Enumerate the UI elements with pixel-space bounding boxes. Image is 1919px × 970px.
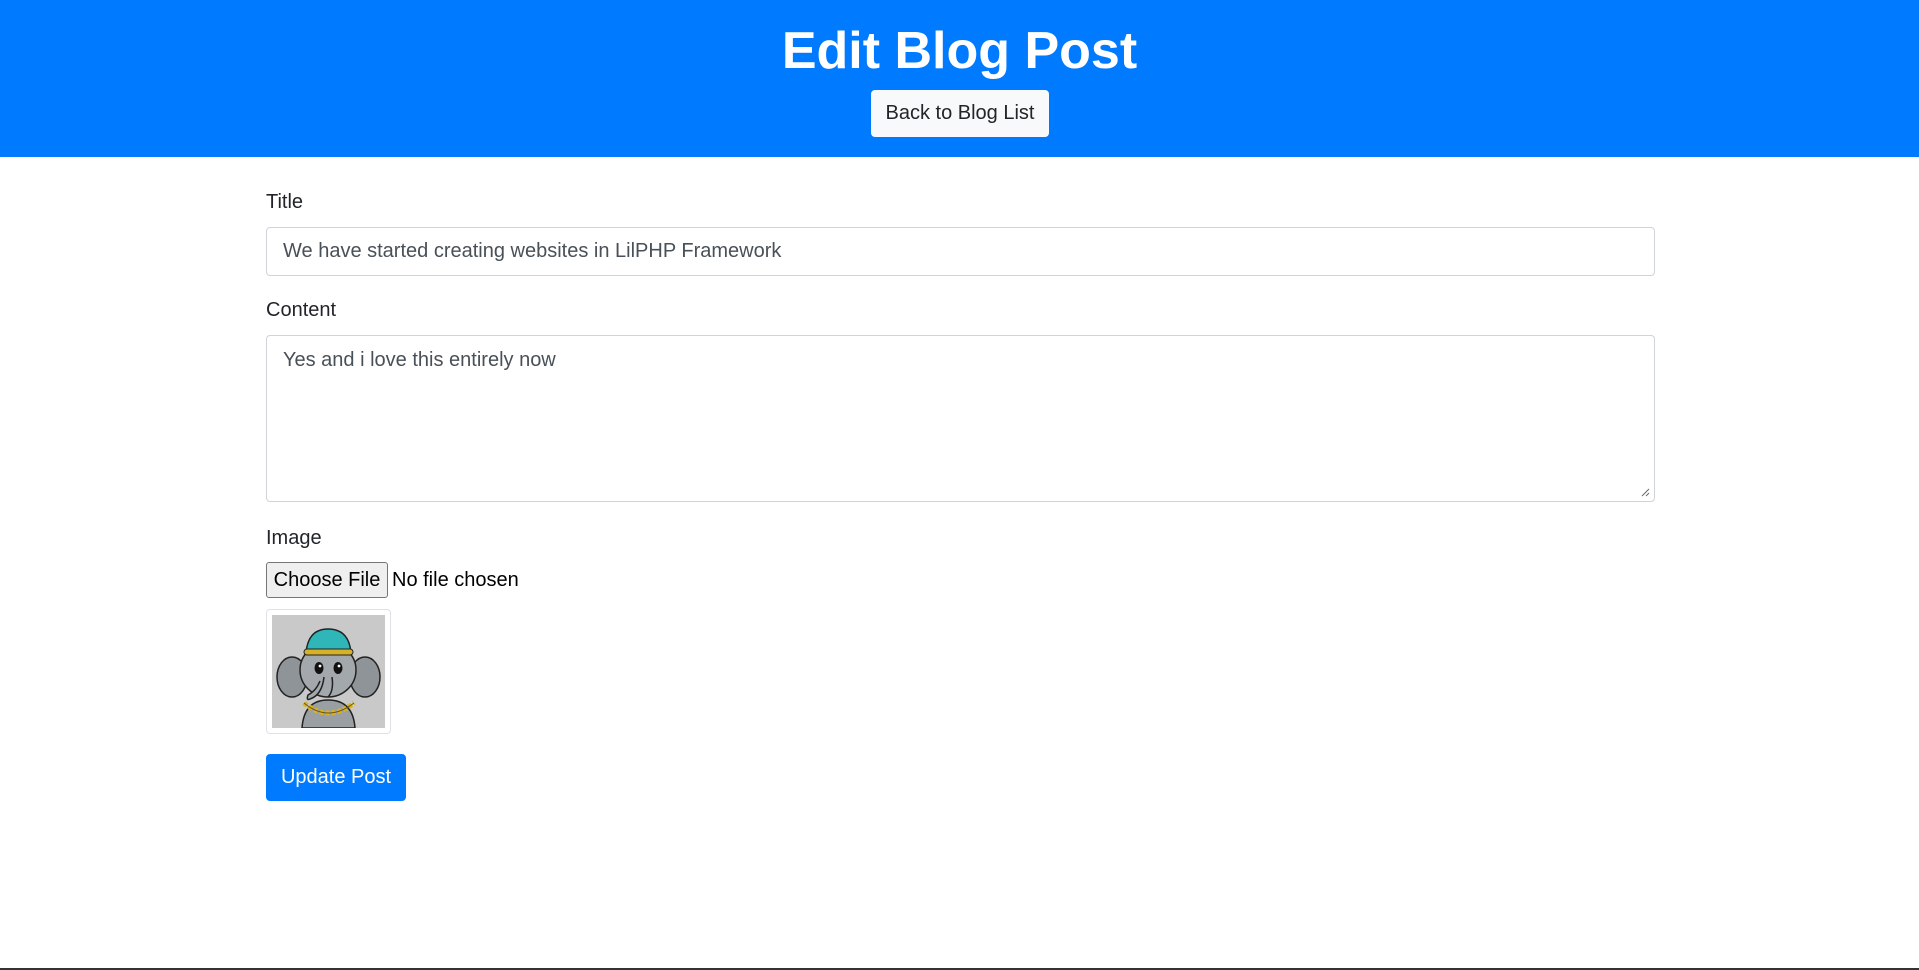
file-status-text: No file chosen <box>392 569 519 591</box>
content-textarea[interactable]: Yes and i love this entirely now <box>266 335 1655 502</box>
page: Edit Blog Post Back to Blog List Title W… <box>0 0 1919 970</box>
elephant-image-icon <box>272 615 385 728</box>
content-text: Yes and i love this entirely now <box>283 349 556 371</box>
title-label: Title <box>266 191 304 213</box>
resize-grip-icon[interactable] <box>1640 487 1650 497</box>
title-input[interactable]: We have started creating websites in Lil… <box>266 227 1655 276</box>
content-label: Content <box>266 299 337 321</box>
choose-file-button[interactable]: Choose File <box>266 562 388 598</box>
page-title: Edit Blog Post <box>781 22 1138 80</box>
page-header: Edit Blog Post Back to Blog List <box>0 0 1919 157</box>
update-post-button[interactable]: Update Post <box>266 754 406 801</box>
current-image-thumbnail <box>266 609 391 734</box>
image-label: Image <box>266 527 322 549</box>
back-to-blog-list-button[interactable]: Back to Blog List <box>871 90 1049 137</box>
